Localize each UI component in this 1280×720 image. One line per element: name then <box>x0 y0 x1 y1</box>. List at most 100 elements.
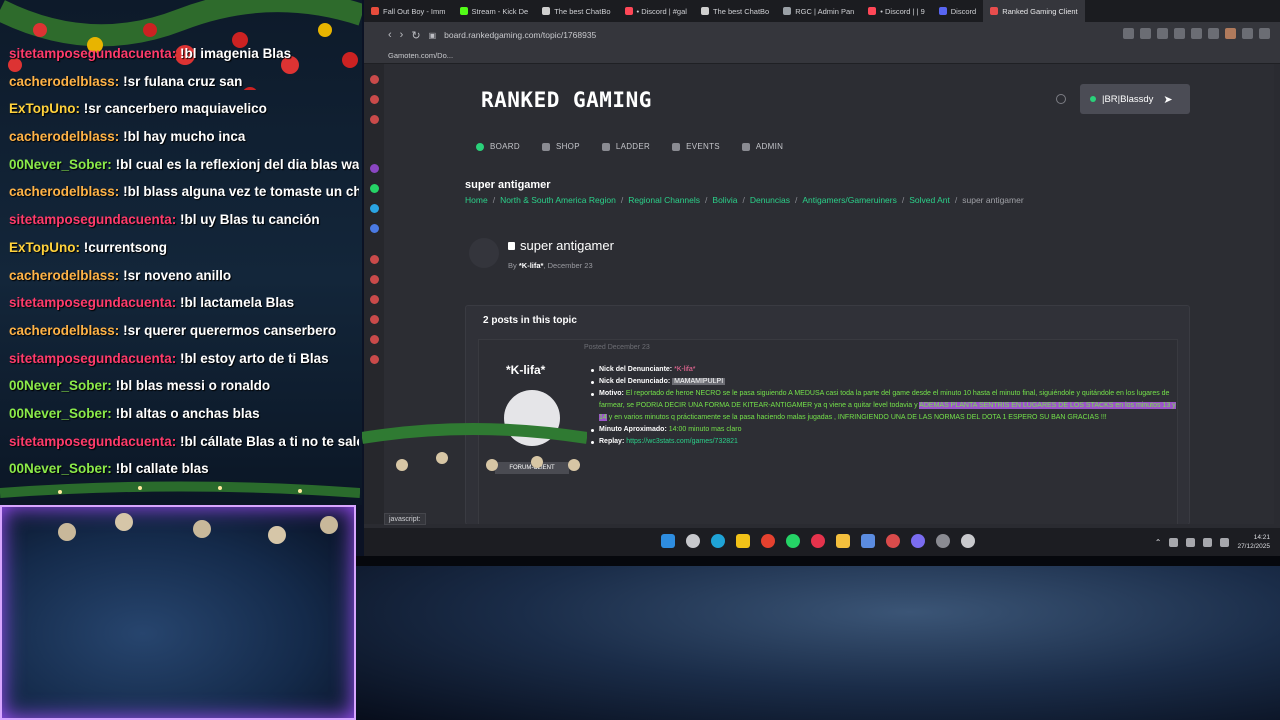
nav-admin[interactable]: ADMIN <box>741 142 783 151</box>
bookmarks-bar: Gamoten.com/Do... <box>364 48 1280 64</box>
chat-message: sitetamposegundacuenta: !bl imagenia Bla… <box>9 40 359 68</box>
nav-events[interactable]: EVENTS <box>672 142 720 151</box>
notes-icon[interactable] <box>736 534 750 548</box>
nav-label: LADDER <box>615 142 651 151</box>
chat-messages: sitetamposegundacuenta: !bl imagenia Bla… <box>9 40 359 483</box>
sidebar-app-icon[interactable] <box>369 275 379 284</box>
sidebar-app-icon[interactable] <box>369 164 379 173</box>
taskbar: ⌃ 14:21 27/12/2025 <box>364 528 1280 556</box>
topic-author-link[interactable]: *K-lifa* <box>519 261 544 270</box>
browser-tab[interactable]: Stream - Kick De <box>453 0 536 22</box>
url-field[interactable]: board.rankedgaming.com/topic/1768935 <box>444 30 596 40</box>
nav-ladder[interactable]: LADDER <box>601 142 651 151</box>
play-icon[interactable] <box>1174 28 1185 39</box>
app-icon[interactable] <box>886 534 900 548</box>
browser-tab[interactable]: • Discord | #gal <box>618 0 694 22</box>
breadcrumb-item[interactable]: Bolivia <box>712 195 737 205</box>
system-tray: ⌃ 14:21 27/12/2025 <box>1155 533 1270 551</box>
chat-text: !bl altas o anchas blas <box>115 405 260 421</box>
replay-link[interactable]: https://wc3stats.com/games/732821 <box>626 438 738 445</box>
browser-tab[interactable]: • Discord | | 9 <box>861 0 931 22</box>
extension-icon[interactable] <box>1157 28 1168 39</box>
reporter-nick: *K-lifa* <box>674 366 696 373</box>
chrome-icon[interactable] <box>761 534 775 548</box>
settings-icon[interactable] <box>369 355 379 364</box>
back-icon[interactable]: ‹ <box>388 29 392 41</box>
opera-icon[interactable] <box>811 534 825 548</box>
breadcrumb-item[interactable]: Regional Channels <box>628 195 700 205</box>
profile-avatar-icon[interactable] <box>1225 28 1236 39</box>
list-item: Minuto Aproximado: 14:00 minuto mas clar… <box>591 424 1176 436</box>
discord-icon[interactable] <box>911 534 925 548</box>
tab-favicon-icon <box>990 7 999 15</box>
whatsapp-icon[interactable] <box>369 184 379 193</box>
sidebar-app-icon[interactable] <box>369 75 379 84</box>
breadcrumb-item[interactable]: Home <box>465 195 488 205</box>
menu-icon[interactable] <box>1259 28 1270 39</box>
bookmark-icon[interactable] <box>1123 28 1134 39</box>
heart-icon[interactable] <box>1191 28 1202 39</box>
list-item: Motivo: El reportado de heroe NECRO se l… <box>591 388 1176 424</box>
stream-chat-overlay: sitetamposegundacuenta: !bl imagenia Bla… <box>0 0 362 505</box>
post-author-link[interactable]: *K-lifa* <box>506 363 545 377</box>
user-menu-button[interactable]: |BR|Blassdy ➤ <box>1080 84 1190 114</box>
keyboard-icon[interactable] <box>1186 537 1196 547</box>
browser-tab[interactable]: RGC | Admin Pan <box>776 0 861 22</box>
sidebar-app-icon[interactable] <box>369 335 379 344</box>
edge-icon[interactable] <box>711 534 725 548</box>
breadcrumb-item[interactable]: North & South America Region <box>500 195 616 205</box>
list-item: Nick del Denunciado: MAMAMIPULPI <box>591 376 1176 388</box>
network-icon[interactable] <box>1203 537 1213 547</box>
history-icon[interactable] <box>369 295 379 304</box>
clock-icon[interactable] <box>1056 94 1066 104</box>
microphone-icon[interactable] <box>1169 537 1179 547</box>
bookmark-item[interactable]: Gamoten.com/Do... <box>388 51 453 60</box>
browser-tab[interactable]: The best ChatBo <box>694 0 776 22</box>
sidebar-app-icon[interactable] <box>369 224 379 233</box>
chat-text: !bl cual es la reflexionj del dia blas w… <box>115 156 359 172</box>
nav-shop[interactable]: SHOP <box>541 142 580 151</box>
sidebar-app-icon[interactable] <box>369 115 379 124</box>
posts-count: 2 posts in this topic <box>483 315 577 326</box>
file-explorer-icon[interactable] <box>836 534 850 548</box>
download-icon[interactable] <box>1242 28 1253 39</box>
nav-board[interactable]: BOARD <box>476 142 520 151</box>
status-bar-url: javascript: <box>384 513 426 525</box>
nav-icon <box>601 142 610 151</box>
system-clock[interactable]: 14:21 27/12/2025 <box>1237 533 1270 551</box>
whatsapp-icon[interactable] <box>786 534 800 548</box>
topic-title: super antigamer <box>508 238 614 253</box>
browser-tab[interactable]: Ranked Gaming Client <box>983 0 1085 22</box>
chat-message: cacherodelblass: !bl hay mucho inca <box>9 123 359 151</box>
reload-icon[interactable]: ↻ <box>411 29 420 42</box>
chat-text: !sr querer querermos canserbero <box>123 322 337 338</box>
volume-icon[interactable] <box>1220 537 1230 547</box>
extension-icon[interactable] <box>1208 28 1219 39</box>
download-icon[interactable] <box>369 315 379 324</box>
breadcrumb-item[interactable]: Denuncias <box>750 195 790 205</box>
extension-icon[interactable] <box>1140 28 1151 39</box>
settings-icon[interactable] <box>961 534 975 548</box>
chat-username: sitetamposegundacuenta: <box>9 350 177 366</box>
avatar[interactable] <box>469 238 499 268</box>
nav-label: SHOP <box>555 142 580 151</box>
sidebar-app-icon[interactable] <box>369 255 379 264</box>
forward-icon[interactable]: › <box>400 29 404 41</box>
search-icon[interactable] <box>686 534 700 548</box>
chat-username: sitetamposegundacuenta: <box>9 212 177 228</box>
chat-message: 00Never_Sober: !bl cual es la reflexionj… <box>9 151 359 179</box>
site-logo[interactable]: RANKED GAMING <box>481 88 652 112</box>
browser-tab[interactable]: The best ChatBo <box>535 0 617 22</box>
snow-background <box>356 566 1280 720</box>
breadcrumb-item[interactable]: Solved Ant <box>909 195 950 205</box>
store-icon[interactable] <box>861 534 875 548</box>
chevron-up-icon[interactable]: ⌃ <box>1155 538 1162 547</box>
breadcrumb-item[interactable]: Antigamers/Gameruiners <box>802 195 896 205</box>
app-icon[interactable] <box>936 534 950 548</box>
browser-tab[interactable]: Fall Out Boy - Imm <box>364 0 453 22</box>
clock-date: 27/12/2025 <box>1237 543 1270 550</box>
telegram-icon[interactable] <box>369 204 379 213</box>
sidebar-app-icon[interactable] <box>369 95 379 104</box>
windows-start-icon[interactable] <box>661 534 675 548</box>
browser-tab[interactable]: Discord <box>932 0 983 22</box>
